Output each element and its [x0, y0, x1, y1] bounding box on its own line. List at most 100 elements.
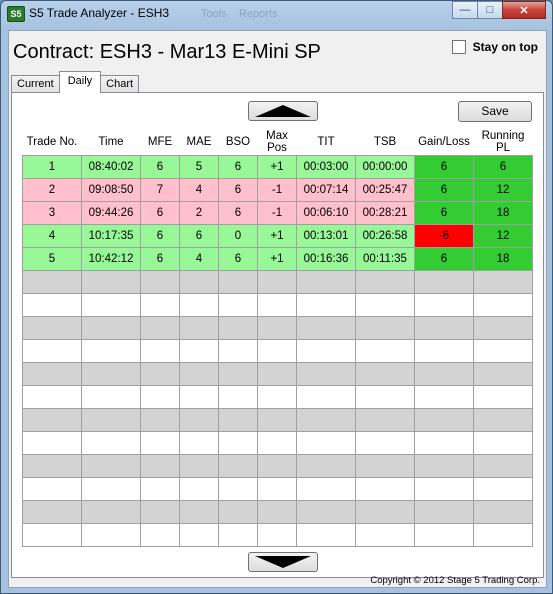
empty-cell — [218, 408, 258, 432]
save-button[interactable]: Save — [458, 101, 532, 122]
table-row[interactable]: 5 10:42:12 6 4 6 +1 00:16:36 00:11:35 6 18 — [22, 247, 533, 271]
tab-current[interactable]: Current — [11, 75, 60, 93]
table-row[interactable]: 1 08:40:02 6 5 6 +1 00:03:00 00:00:00 6 6 — [22, 155, 533, 179]
empty-cell — [355, 454, 415, 478]
empty-row[interactable] — [22, 454, 533, 478]
title-bar[interactable]: S5 S5 Trade Analyzer - ESH3 Tools Report… — [1, 1, 552, 27]
maximize-icon: □ — [486, 4, 494, 16]
table-cell-time: 10:42:12 — [81, 247, 141, 271]
empty-cell — [22, 270, 82, 294]
empty-cell — [22, 477, 82, 501]
empty-row[interactable] — [22, 339, 533, 363]
empty-cell — [140, 408, 180, 432]
empty-row[interactable] — [22, 270, 533, 294]
empty-cell — [179, 339, 219, 363]
column-header[interactable]: Gain/Loss — [414, 129, 474, 156]
empty-cell — [140, 523, 180, 547]
table-row[interactable]: 2 09:08:50 7 4 6 -1 00:07:14 00:25:47 6 12 — [22, 178, 533, 202]
empty-row[interactable] — [22, 362, 533, 386]
column-header[interactable]: Max Pos — [257, 129, 297, 156]
stay-on-top-checkbox[interactable]: Stay on top — [451, 40, 538, 54]
column-header[interactable]: Running PL — [473, 129, 533, 156]
empty-cell — [81, 385, 141, 409]
empty-cell — [140, 385, 180, 409]
checkbox-box[interactable] — [451, 40, 466, 54]
empty-cell — [355, 523, 415, 547]
empty-cell — [296, 362, 356, 386]
empty-cell — [218, 523, 258, 547]
empty-cell — [473, 523, 533, 547]
empty-cell — [81, 316, 141, 340]
ghost-menu-tools: Tools — [201, 8, 227, 20]
table-cell-no: 5 — [22, 247, 82, 271]
empty-row[interactable] — [22, 500, 533, 524]
table-cell-no: 4 — [22, 224, 82, 248]
scroll-up-button[interactable] — [248, 101, 318, 121]
empty-cell — [22, 316, 82, 340]
column-header[interactable]: MFE — [140, 129, 180, 156]
empty-cell — [296, 500, 356, 524]
empty-cell — [296, 270, 356, 294]
tab-chart[interactable]: Chart — [100, 75, 140, 93]
empty-cell — [414, 270, 474, 294]
empty-row[interactable] — [22, 293, 533, 317]
empty-cell — [179, 454, 219, 478]
empty-cell — [140, 270, 180, 294]
table-cell-tit: 00:07:14 — [296, 178, 356, 202]
column-header[interactable]: BSO — [218, 129, 258, 156]
table-cell-maxpos: -1 — [257, 201, 297, 225]
empty-cell — [414, 362, 474, 386]
empty-row[interactable] — [22, 523, 533, 547]
empty-cell — [22, 454, 82, 478]
empty-cell — [473, 477, 533, 501]
empty-row[interactable] — [22, 316, 533, 340]
table-cell-mfe: 6 — [140, 201, 180, 225]
column-header[interactable]: TIT — [296, 129, 356, 156]
empty-row[interactable] — [22, 477, 533, 501]
empty-cell — [355, 293, 415, 317]
max-pos-header: Max Pos — [266, 130, 288, 154]
empty-cell — [257, 362, 297, 386]
column-header[interactable]: TSB — [355, 129, 415, 156]
scroll-down-button[interactable] — [248, 552, 318, 572]
table-cell-tsb: 00:25:47 — [355, 178, 415, 202]
table-row[interactable]: 3 09:44:26 6 2 6 -1 00:06:10 00:28:21 6 18 — [22, 201, 533, 225]
empty-cell — [140, 454, 180, 478]
table-row[interactable]: 4 10:17:35 6 6 0 +1 00:13:01 00:26:58 -6 12 — [22, 224, 533, 248]
table-cell-mae: 5 — [179, 155, 219, 179]
empty-row[interactable] — [22, 408, 533, 432]
empty-cell — [296, 293, 356, 317]
table-cell-gain: 6 — [414, 178, 474, 202]
empty-row[interactable] — [22, 431, 533, 455]
client-area: Contract: ESH3 - Mar13 E-Mini SP Stay on… — [8, 30, 547, 588]
column-header[interactable]: Trade No. — [22, 129, 82, 156]
empty-cell — [355, 316, 415, 340]
empty-cell — [473, 454, 533, 478]
empty-cell — [218, 431, 258, 455]
table-cell-maxpos: -1 — [257, 178, 297, 202]
empty-cell — [473, 431, 533, 455]
minimize-icon: — — [459, 4, 471, 16]
empty-cell — [179, 431, 219, 455]
minimize-button[interactable]: — — [452, 1, 478, 19]
stay-on-top-label: Stay on top — [472, 40, 538, 54]
empty-cell — [473, 339, 533, 363]
tab-daily[interactable]: Daily — [58, 71, 102, 93]
maximize-button[interactable]: □ — [477, 1, 503, 19]
table-header-row: Trade No. Time MFE MAE BSO Max Pos TIT T… — [22, 129, 533, 156]
empty-cell — [355, 385, 415, 409]
column-header[interactable]: Time — [81, 129, 141, 156]
empty-cell — [140, 431, 180, 455]
empty-cell — [81, 293, 141, 317]
table-cell-mae: 4 — [179, 178, 219, 202]
empty-cell — [257, 385, 297, 409]
column-header[interactable]: MAE — [179, 129, 219, 156]
empty-cell — [414, 477, 474, 501]
close-button[interactable]: ✕ — [502, 1, 546, 19]
empty-row[interactable] — [22, 385, 533, 409]
empty-cell — [473, 293, 533, 317]
table-cell-running: 6 — [473, 155, 533, 179]
empty-cell — [179, 477, 219, 501]
empty-cell — [473, 316, 533, 340]
copyright-text: Copyright © 2012 Stage 5 Trading Corp. — [370, 575, 540, 586]
